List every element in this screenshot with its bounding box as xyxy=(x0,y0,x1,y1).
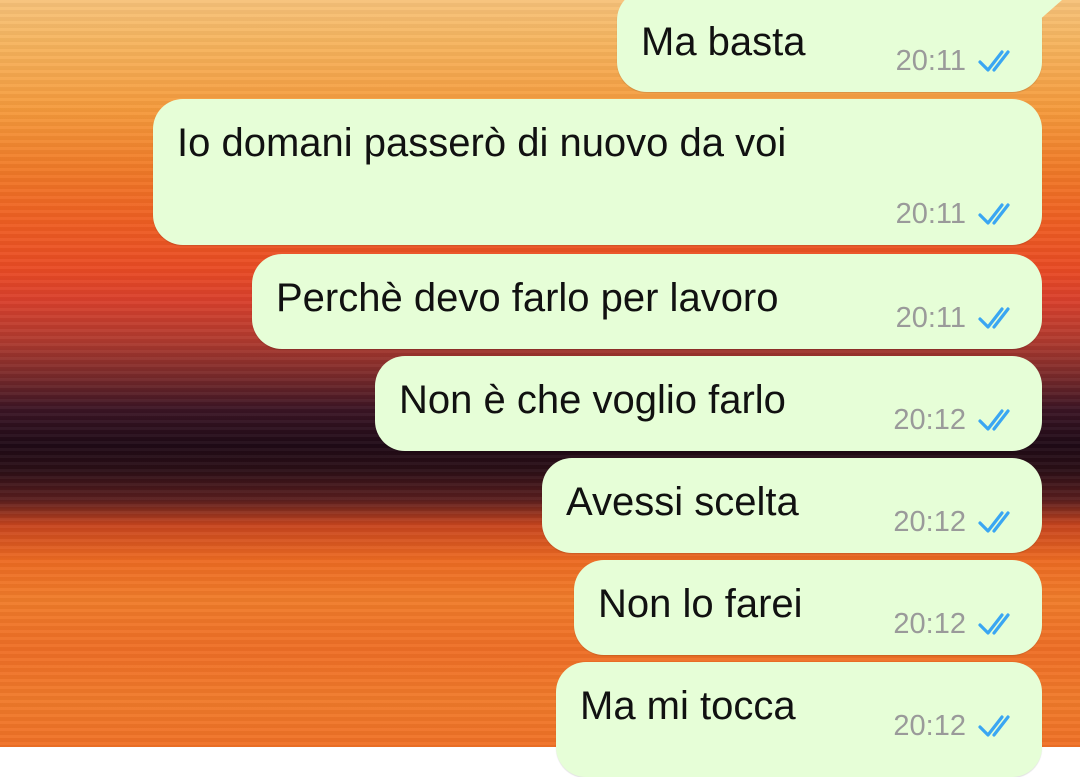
double-check-icon xyxy=(978,307,1010,329)
message-meta: 20:11 xyxy=(896,197,1020,231)
message-text: Non lo farei xyxy=(598,582,803,626)
message-timestamp: 20:11 xyxy=(895,45,966,77)
message-bubble[interactable]: Avessi scelta 20:12 xyxy=(542,458,1042,553)
message-meta: 20:11 xyxy=(896,44,1020,78)
double-check-icon xyxy=(978,203,1010,225)
message-timestamp: 20:12 xyxy=(893,710,966,742)
message-bubble[interactable]: Ma basta 20:11 xyxy=(617,0,1042,92)
message-text: Non è che voglio farlo xyxy=(399,378,786,422)
message-timestamp: 20:12 xyxy=(893,404,966,436)
double-check-icon xyxy=(978,409,1010,431)
message-bubble[interactable]: Perchè devo farlo per lavoro 20:11 xyxy=(252,254,1042,349)
double-check-icon xyxy=(978,50,1010,72)
message-timestamp: 20:11 xyxy=(895,198,966,230)
message-meta: 20:11 xyxy=(896,301,1020,335)
message-bubble[interactable]: Non è che voglio farlo 20:12 xyxy=(375,356,1042,451)
message-timestamp: 20:12 xyxy=(893,608,966,640)
message-text: Ma basta xyxy=(641,20,806,64)
message-text: Perchè devo farlo per lavoro xyxy=(276,276,779,320)
double-check-icon xyxy=(978,613,1010,635)
message-meta: 20:12 xyxy=(893,505,1020,539)
message-text: Ma mi tocca xyxy=(580,684,796,728)
message-bubble[interactable]: Ma mi tocca 20:12 xyxy=(556,662,1042,777)
double-check-icon xyxy=(978,511,1010,533)
message-timestamp: 20:11 xyxy=(895,302,966,334)
message-text: Avessi scelta xyxy=(566,480,799,524)
message-meta: 20:12 xyxy=(893,709,1020,743)
message-meta: 20:12 xyxy=(893,403,1020,437)
bubble-tail xyxy=(1022,0,1062,30)
message-timestamp: 20:12 xyxy=(893,506,966,538)
double-check-icon xyxy=(978,715,1010,737)
message-bubble[interactable]: Non lo farei 20:12 xyxy=(574,560,1042,655)
message-text: Io domani passerò di nuovo da voi xyxy=(177,121,787,165)
message-meta: 20:12 xyxy=(893,607,1020,641)
message-bubble[interactable]: Io domani passerò di nuovo da voi 20:11 xyxy=(153,99,1042,245)
